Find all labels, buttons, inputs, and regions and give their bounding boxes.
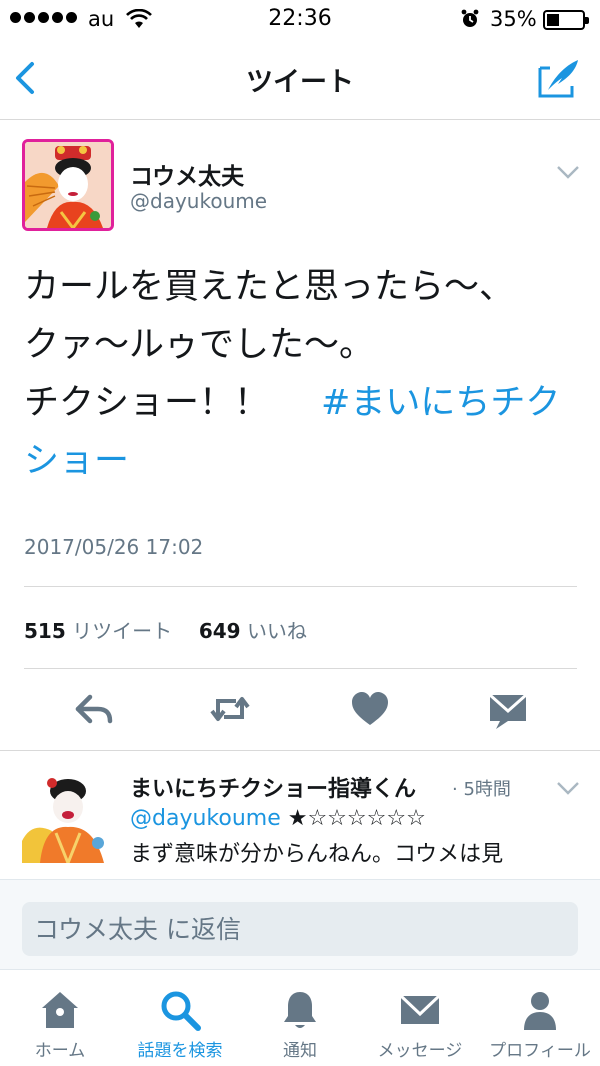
tweet-stats: 515 リツイート 649 いいね	[24, 615, 307, 644]
battery-percent: 35%	[490, 7, 537, 31]
reply-composer	[0, 879, 600, 969]
envelope-icon	[399, 994, 441, 1024]
reply-author-avatar[interactable]	[22, 771, 114, 863]
chevron-down-icon[interactable]	[556, 165, 580, 179]
tweet-text-line: チクショー！！	[24, 383, 270, 423]
home-icon	[42, 992, 78, 1028]
alarm-clock-icon	[461, 9, 479, 27]
author-name[interactable]: コウメ太夫	[130, 157, 244, 191]
mention-link[interactable]: @dayukoume	[130, 806, 281, 831]
tweet-timestamp: 2017/05/26 17:02	[24, 535, 204, 559]
author-avatar[interactable]	[22, 139, 114, 231]
tweet-text-line: クァ〜ルゥでした〜。	[24, 325, 375, 365]
tab-notifications[interactable]: 通知	[240, 970, 360, 1066]
tweet-text: カールを買えたと思ったら〜、 クァ〜ルゥでした〜。 チクショー！！ #まいにちチク…	[24, 258, 584, 490]
person-icon	[524, 992, 556, 1030]
like-count[interactable]: 649	[199, 619, 241, 643]
tweet-action-bar	[0, 687, 600, 737]
reply-tweet[interactable]: まいにちチクショー指導くん · 5時間 @dayukoume ★☆☆☆☆☆☆ ま…	[0, 751, 600, 879]
reply-text: まず意味が分からんねん。コウメは見	[130, 842, 504, 867]
navigation-bar: ツイート	[0, 40, 600, 120]
tab-label: 通知	[283, 1041, 317, 1061]
battery-icon	[543, 10, 589, 30]
tab-messages[interactable]: メッセージ	[360, 970, 480, 1066]
chevron-down-icon[interactable]	[556, 781, 580, 795]
compose-tweet-icon[interactable]	[536, 56, 582, 100]
tab-search[interactable]: 話題を検索	[120, 970, 240, 1066]
like-heart-icon[interactable]	[348, 687, 392, 731]
like-label[interactable]: いいね	[247, 619, 307, 643]
tab-bar: ホーム 話題を検索 通知 メッセージ プロフィール	[0, 969, 600, 1065]
tab-label: 話題を検索	[137, 1041, 223, 1061]
page-title: ツイート	[246, 67, 354, 98]
rating-stars: ★☆☆☆☆☆☆	[287, 806, 426, 831]
author-handle[interactable]: @dayukoume	[130, 189, 267, 213]
tab-label: メッセージ	[377, 1041, 463, 1061]
divider	[24, 668, 577, 669]
search-icon	[161, 991, 201, 1031]
reply-author-name[interactable]: まいにちチクショー指導くん	[130, 771, 416, 803]
reply-timestamp: · 5時間	[452, 779, 511, 800]
retweet-icon[interactable]	[208, 687, 252, 731]
reply-first-line: @dayukoume ★☆☆☆☆☆☆	[130, 806, 426, 831]
retweet-count[interactable]: 515	[24, 619, 66, 643]
tab-home[interactable]: ホーム	[0, 970, 120, 1066]
reply-input[interactable]	[22, 902, 578, 956]
divider	[24, 586, 577, 587]
tab-profile[interactable]: プロフィール	[480, 970, 600, 1066]
tab-label: プロフィール	[489, 1041, 591, 1061]
bell-icon	[284, 992, 316, 1028]
retweet-label[interactable]: リツイート	[72, 619, 172, 643]
status-bar: au 22:36 35%	[0, 0, 600, 40]
tweet-text-line: カールを買えたと思ったら〜、	[24, 267, 515, 307]
direct-message-icon[interactable]	[486, 687, 530, 731]
reply-icon[interactable]	[72, 687, 116, 731]
